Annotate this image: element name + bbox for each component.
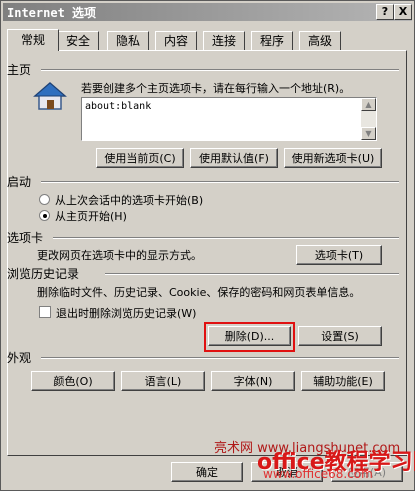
use-new-tab-button[interactable]: 使用新选项卡(U) [284, 148, 382, 168]
languages-button[interactable]: 语言(L) [121, 371, 205, 391]
ok-button[interactable]: 确定 [171, 462, 243, 482]
radio-last-session-label: 从上次会话中的选项卡开始(B) [55, 194, 204, 207]
tab-content[interactable]: 内容 [155, 31, 197, 50]
tabs-settings-button[interactable]: 选项卡(T) [296, 245, 382, 265]
appearance-section-title: 外观 [7, 351, 32, 365]
tab-privacy[interactable]: 隐私 [107, 31, 149, 50]
tab-connections[interactable]: 连接 [203, 31, 245, 50]
watermark-line3: www.office68.com [263, 467, 373, 481]
internet-options-dialog: Internet 选项 ? X 常规 安全 隐私 内容 连接 程序 高级 主页 … [0, 0, 415, 491]
history-settings-button[interactable]: 设置(S) [298, 326, 382, 346]
home-icon [33, 82, 67, 110]
radio-last-session[interactable] [39, 194, 50, 205]
home-url-value: about:blank [85, 101, 152, 112]
radio-home-page[interactable] [39, 210, 50, 221]
history-description: 删除临时文件、历史记录、Cookie、保存的密码和网页表单信息。 [37, 286, 361, 299]
tab-general[interactable]: 常规 [7, 29, 59, 51]
radio-selected-dot [43, 214, 47, 218]
home-url-scrollbar[interactable]: ▲ ▼ [361, 98, 376, 140]
tabs-description: 更改网页在选项卡中的显示方式。 [37, 249, 202, 262]
startup-separator [41, 181, 399, 183]
scroll-down-icon[interactable]: ▼ [361, 127, 376, 140]
tab-advanced[interactable]: 高级 [299, 31, 341, 50]
home-separator [41, 69, 399, 71]
startup-section-title: 启动 [7, 175, 32, 189]
use-current-button[interactable]: 使用当前页(C) [96, 148, 184, 168]
home-section-title: 主页 [7, 63, 32, 77]
tabs-separator [53, 237, 399, 239]
delete-on-exit-checkbox[interactable] [39, 306, 51, 318]
tab-security[interactable]: 安全 [57, 31, 99, 50]
home-instruction: 若要创建多个主页选项卡，请在每行输入一个地址(R)。 [81, 82, 351, 95]
close-button[interactable]: X [394, 4, 412, 20]
tab-programs[interactable]: 程序 [251, 31, 293, 50]
accessibility-button[interactable]: 辅助功能(E) [301, 371, 385, 391]
colors-button[interactable]: 颜色(O) [31, 371, 115, 391]
appearance-separator [41, 357, 399, 359]
use-default-button[interactable]: 使用默认值(F) [190, 148, 278, 168]
title-bar: Internet 选项 ? X [3, 3, 412, 21]
tabs-section-title: 选项卡 [7, 231, 44, 245]
delete-highlight-box [204, 322, 295, 352]
window-title: Internet 选项 [7, 6, 97, 20]
radio-home-page-label: 从主页开始(H) [55, 210, 127, 223]
history-separator [105, 273, 399, 275]
fonts-button[interactable]: 字体(N) [211, 371, 295, 391]
history-section-title: 浏览历史记录 [7, 267, 80, 281]
scroll-up-icon[interactable]: ▲ [361, 98, 376, 111]
help-button[interactable]: ? [376, 4, 394, 20]
home-url-textarea[interactable]: about:blank ▲ ▼ [81, 97, 377, 141]
delete-on-exit-label: 退出时删除浏览历史记录(W) [56, 307, 197, 320]
